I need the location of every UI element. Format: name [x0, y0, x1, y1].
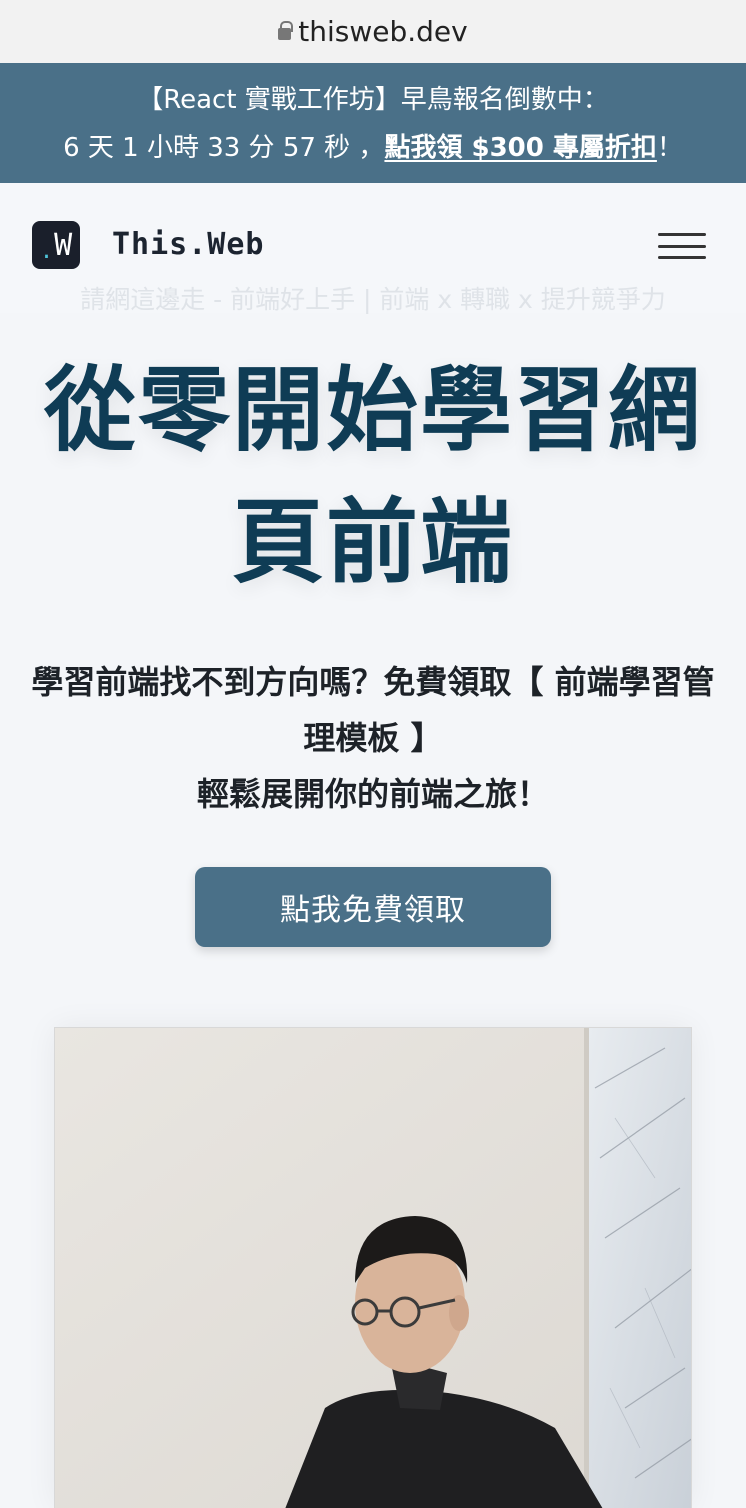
lock-icon	[278, 20, 294, 40]
promo-countdown: 6 天 1 小時 33 分 57 秒 ，	[63, 133, 385, 163]
promo-line1: 【React 實戰工作坊】早鳥報名倒數中：	[137, 85, 609, 115]
brand-name[interactable]: This.Web	[112, 227, 265, 262]
instructor-photo-illustration	[55, 1028, 691, 1508]
promo-suffix: ！	[656, 133, 683, 163]
logo-dot: .	[39, 238, 54, 264]
browser-url-bar[interactable]: thisweb.dev	[0, 0, 746, 63]
promo-discount-link[interactable]: 點我領 $300 專屬折扣	[384, 133, 656, 163]
hamburger-menu-icon[interactable]	[658, 233, 706, 259]
hero-title: 從零開始學習網頁前端	[43, 357, 702, 596]
hero-subtitle-line1: 學習前端找不到方向嗎？免費領取【 前端學習管理模板 】	[31, 663, 715, 757]
hero-subtitle: 學習前端找不到方向嗎？免費領取【 前端學習管理模板 】 輕鬆展開你的前端之旅！	[30, 654, 716, 822]
promo-line2: 6 天 1 小時 33 分 57 秒 ，點我領 $300 專屬折扣！	[0, 124, 746, 172]
hero-subtitle-line2: 輕鬆展開你的前端之旅！	[196, 775, 549, 813]
free-download-button[interactable]: 點我免費領取	[195, 867, 551, 947]
promo-banner: 【React 實戰工作坊】早鳥報名倒數中： 6 天 1 小時 33 分 57 秒…	[0, 63, 746, 183]
site-tagline: 請網這邊走 - 前端好上手 | 前端 x 轉職 x 提升競爭力	[80, 285, 666, 314]
url-text: thisweb.dev	[298, 15, 468, 48]
site-header: .W This.Web 請網這邊走 - 前端好上手 | 前端 x 轉職 x 提升…	[0, 183, 746, 314]
logo-letter: W	[54, 227, 73, 263]
site-logo[interactable]: .W	[32, 221, 80, 269]
instructor-photo	[54, 1027, 692, 1508]
